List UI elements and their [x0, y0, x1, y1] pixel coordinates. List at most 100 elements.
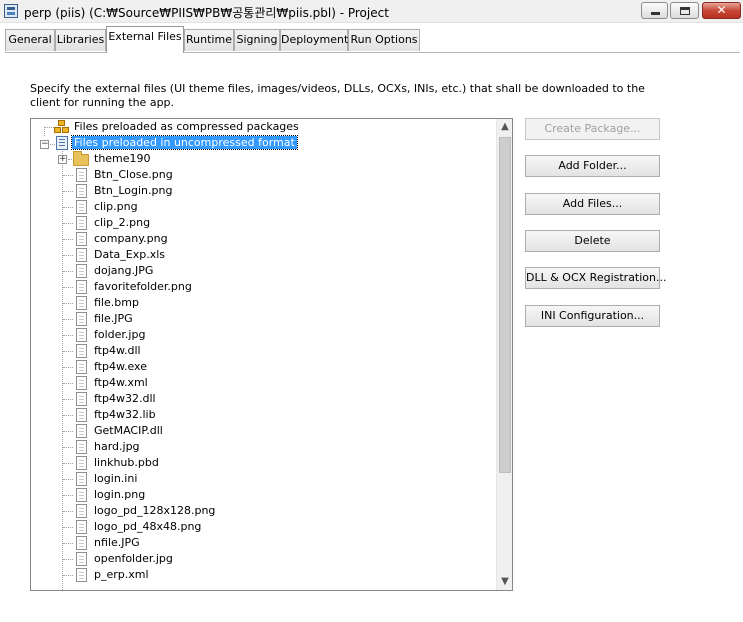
file-icon: [76, 280, 87, 294]
file-icon: [76, 216, 87, 230]
tab-strip: General Libraries External Files Runtime…: [0, 23, 743, 58]
file-icon: [76, 168, 87, 182]
close-icon: ✕: [716, 3, 727, 17]
file-name: clip_2.png: [94, 216, 151, 229]
tree-file-item[interactable]: ftp4w.dll: [92, 343, 143, 359]
tree-file-item[interactable]: clip.png: [92, 199, 140, 215]
scroll-thumb[interactable]: [499, 137, 511, 473]
tree-connector: [63, 431, 73, 432]
tree-file-item[interactable]: ftp4w32.lib: [92, 407, 158, 423]
tree-file-item[interactable]: logo_pd_128x128.png: [92, 503, 217, 519]
tree-file-item[interactable]: logo_pd_48x48.png: [92, 519, 203, 535]
tree-node-label: Files preloaded in uncompressed format: [71, 135, 298, 150]
close-button[interactable]: ✕: [702, 2, 741, 19]
scroll-down-icon[interactable]: ▼: [497, 574, 512, 590]
tree-connector: [63, 303, 73, 304]
file-name: Btn_Close.png: [94, 168, 173, 181]
minimize-button[interactable]: [641, 2, 668, 19]
tree-node-uncompressed[interactable]: Files preloaded in uncompressed format: [71, 135, 298, 151]
file-icon: [76, 264, 87, 278]
tree-file-item[interactable]: GetMACIP.dll: [92, 423, 165, 439]
tab-signing[interactable]: Signing: [234, 29, 280, 51]
tab-external-files[interactable]: External Files: [106, 26, 184, 53]
file-icon: [76, 536, 87, 550]
tree-connector: [63, 575, 73, 576]
file-icon: [76, 200, 87, 214]
create-package-button[interactable]: Create Package...: [525, 118, 660, 140]
file-icon: [76, 296, 87, 310]
tree-file-item[interactable]: openfolder.jpg: [92, 551, 175, 567]
tree-connector: [63, 447, 73, 448]
tree-node-compressed[interactable]: Files preloaded as compressed packages: [72, 119, 301, 135]
file-name: folder.jpg: [94, 328, 146, 341]
tree-connector: [63, 383, 73, 384]
tree-file-item[interactable]: clip_2.png: [92, 215, 152, 231]
add-files-button[interactable]: Add Files...: [525, 193, 660, 215]
tree-file-item[interactable]: Btn_Close.png: [92, 167, 175, 183]
file-name: ftp4w.exe: [94, 360, 147, 373]
file-icon: [76, 520, 87, 534]
tree-file-item[interactable]: ftp4w.exe: [92, 359, 149, 375]
file-name: clip.png: [94, 200, 138, 213]
tree-connector: [63, 175, 73, 176]
tree-connector: [63, 319, 73, 320]
ini-configuration-button[interactable]: INI Configuration...: [525, 305, 660, 327]
tree-connector: [63, 399, 73, 400]
tree-file-item[interactable]: linkhub.pbd: [92, 455, 161, 471]
tree-file-item[interactable]: Btn_Login.png: [92, 183, 174, 199]
tree-file-item[interactable]: company.png: [92, 231, 170, 247]
tab-deployment[interactable]: Deployment: [280, 29, 348, 51]
tree-connector: [63, 559, 73, 560]
tree-file-item[interactable]: login.ini: [92, 471, 139, 487]
file-name: p_erp.xml: [94, 568, 149, 581]
dll-ocx-registration-button[interactable]: DLL & OCX Registration...: [525, 267, 667, 289]
tree-file-item[interactable]: file.bmp: [92, 295, 141, 311]
tab-run-options[interactable]: Run Options: [348, 29, 420, 51]
tab-libraries[interactable]: Libraries: [55, 29, 106, 51]
vertical-scrollbar[interactable]: ▲ ▼: [496, 119, 512, 590]
file-name: company.png: [94, 232, 168, 245]
add-folder-button[interactable]: Add Folder...: [525, 155, 660, 177]
tree-connector: [68, 159, 72, 160]
tree-connector: [63, 479, 73, 480]
external-files-tree[interactable]: Files preloaded as compressed packages −…: [30, 118, 513, 591]
collapse-icon[interactable]: −: [40, 140, 49, 149]
file-icon: [76, 360, 87, 374]
tree-file-item[interactable]: ftp4w32.dll: [92, 391, 158, 407]
scroll-up-icon[interactable]: ▲: [497, 119, 512, 135]
file-name: ftp4w.dll: [94, 344, 141, 357]
tab-runtime[interactable]: Runtime: [184, 29, 234, 51]
tree-file-item[interactable]: ftp4w.xml: [92, 375, 150, 391]
tree-file-item[interactable]: folder.jpg: [92, 327, 147, 343]
file-icon: [76, 248, 87, 262]
expand-icon[interactable]: +: [58, 155, 67, 164]
tree-file-item[interactable]: hard.jpg: [92, 439, 142, 455]
file-name: ftp4w32.dll: [94, 392, 156, 405]
tree-file-item[interactable]: file.JPG: [92, 311, 135, 327]
description-text: Specify the external files (UI theme fil…: [30, 82, 645, 109]
file-name: openfolder.jpg: [94, 552, 173, 565]
tree-file-item[interactable]: favoritefolder.png: [92, 279, 194, 295]
tree-connector: [63, 223, 73, 224]
file-icon: [76, 312, 87, 326]
file-name: nfile.JPG: [94, 536, 140, 549]
tab-general[interactable]: General: [5, 29, 55, 51]
folder-icon: [73, 151, 89, 166]
tree-connector: [63, 239, 73, 240]
file-name: logo_pd_128x128.png: [94, 504, 216, 517]
tree-file-item[interactable]: nfile.JPG: [92, 535, 142, 551]
maximize-button[interactable]: [670, 2, 699, 19]
tree-node-folder[interactable]: theme190: [92, 151, 153, 167]
file-name: Data_Exp.xls: [94, 248, 166, 261]
file-icon: [76, 376, 87, 390]
tree-file-item[interactable]: p_erp.xml: [92, 567, 151, 583]
tree-connector: [63, 287, 73, 288]
delete-button[interactable]: Delete: [525, 230, 660, 252]
tree-file-item[interactable]: dojang.JPG: [92, 263, 155, 279]
file-name: ftp4w32.lib: [94, 408, 156, 421]
tree-connector: [63, 543, 73, 544]
file-icon: [76, 504, 87, 518]
file-name: file.JPG: [94, 312, 133, 325]
tree-file-item[interactable]: Data_Exp.xls: [92, 247, 167, 263]
tree-file-item[interactable]: login.png: [92, 487, 147, 503]
